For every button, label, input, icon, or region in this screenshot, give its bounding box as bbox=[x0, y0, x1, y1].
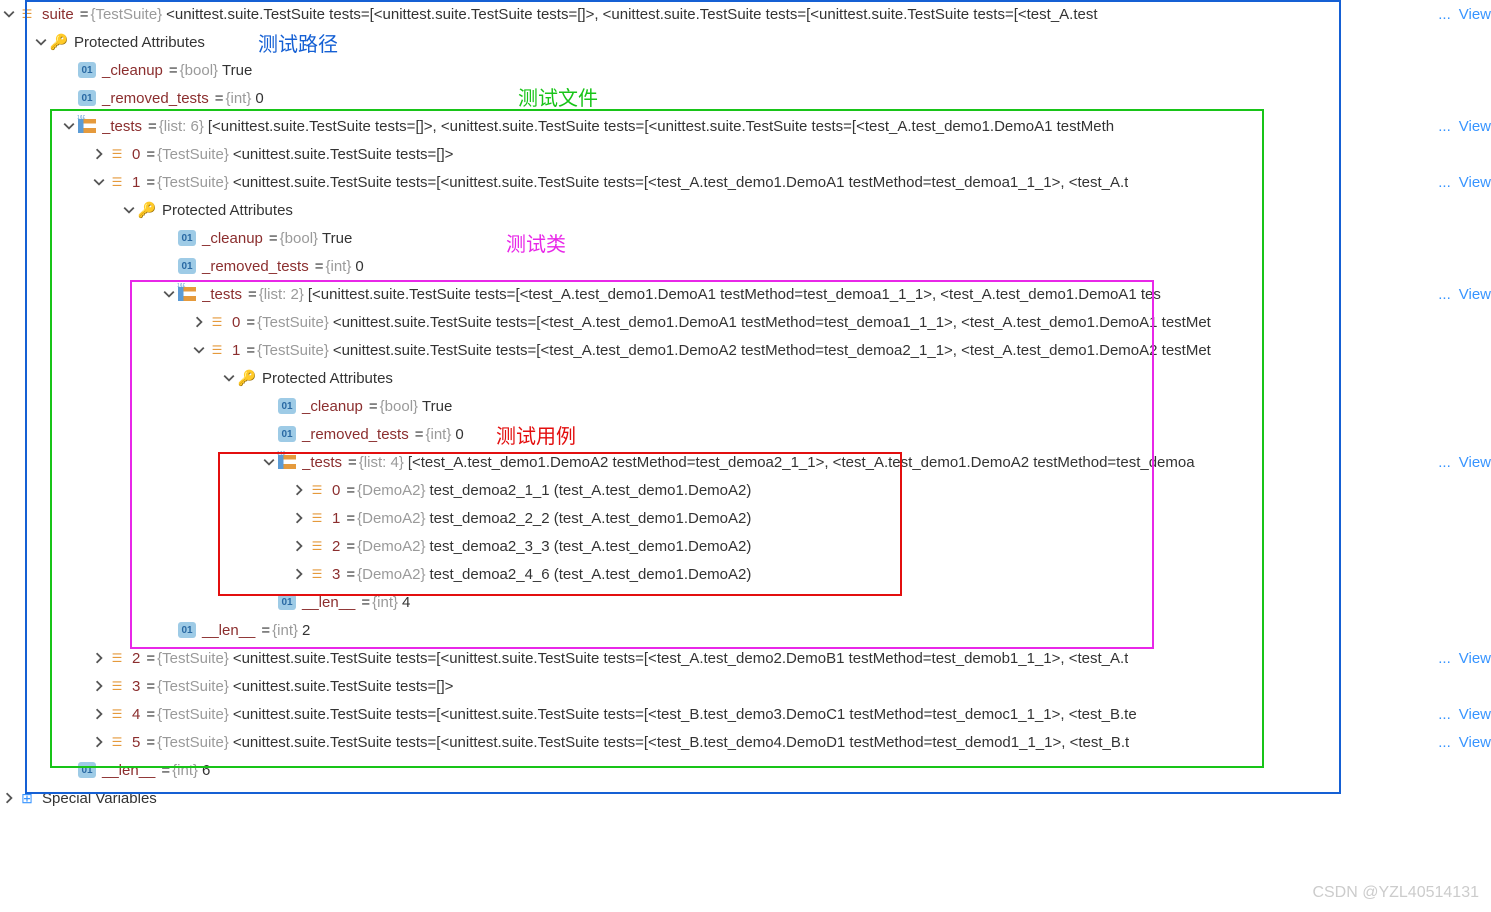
chevron-right-icon[interactable] bbox=[90, 733, 108, 751]
tree-row-suite[interactable]: ☰ suite = {TestSuite} <unittest.suite.Te… bbox=[0, 0, 1491, 28]
tree-row-item[interactable]: ☰ 2 = {TestSuite} <unittest.suite.TestSu… bbox=[0, 644, 1491, 672]
view-link[interactable]: View bbox=[1453, 174, 1491, 191]
tree-row-item[interactable]: ☰ 0 = {DemoA2} test_demoa2_1_1 (test_A.t… bbox=[0, 476, 1491, 504]
tree-row-cleanup[interactable]: 01 _cleanup = {bool} True bbox=[0, 392, 1491, 420]
chevron-right-icon[interactable] bbox=[290, 481, 308, 499]
chevron-right-icon[interactable] bbox=[0, 789, 18, 807]
tree-row-protected[interactable]: 🔑 Protected Attributes bbox=[0, 364, 1491, 392]
tree-row-len[interactable]: 01 __len__ = {int} 2 bbox=[0, 616, 1491, 644]
list-icon bbox=[178, 285, 196, 303]
chevron-down-icon[interactable] bbox=[190, 341, 208, 359]
key-icon: 🔑 bbox=[138, 201, 156, 219]
object-icon: ☰ bbox=[208, 313, 226, 331]
var-type: {TestSuite} bbox=[90, 6, 162, 23]
annotation-label-case: 测试用例 bbox=[496, 420, 576, 449]
key-icon: 🔑 bbox=[238, 369, 256, 387]
tree-row-special-vars[interactable]: ⊞ Special Variables bbox=[0, 784, 1491, 812]
object-icon: ☰ bbox=[18, 5, 36, 23]
chevron-down-icon[interactable] bbox=[32, 33, 50, 51]
annotation-label-file: 测试文件 bbox=[518, 82, 598, 111]
object-icon: ☰ bbox=[108, 677, 126, 695]
var-name: suite bbox=[42, 6, 74, 23]
object-icon: ☰ bbox=[108, 733, 126, 751]
chevron-right-icon[interactable] bbox=[90, 677, 108, 695]
object-icon: ☰ bbox=[308, 537, 326, 555]
object-icon: ☰ bbox=[108, 173, 126, 191]
chevron-right-icon[interactable] bbox=[90, 649, 108, 667]
tree-row-removed[interactable]: 01 _removed_tests = {int} 0 bbox=[0, 252, 1491, 280]
tree-row-item[interactable]: ☰ 1 = {DemoA2} test_demoa2_2_2 (test_A.t… bbox=[0, 504, 1491, 532]
list-icon bbox=[278, 453, 296, 471]
tree-row-item[interactable]: ☰ 3 = {TestSuite} <unittest.suite.TestSu… bbox=[0, 672, 1491, 700]
tree-row-item[interactable]: ☰ 2 = {DemoA2} test_demoa2_3_3 (test_A.t… bbox=[0, 532, 1491, 560]
chevron-right-icon[interactable] bbox=[290, 565, 308, 583]
view-link[interactable]: View bbox=[1453, 6, 1491, 23]
tree-row-item[interactable]: ☰ 4 = {TestSuite} <unittest.suite.TestSu… bbox=[0, 700, 1491, 728]
key-icon: 🔑 bbox=[50, 33, 68, 51]
chevron-down-icon[interactable] bbox=[90, 173, 108, 191]
chevron-right-icon[interactable] bbox=[90, 145, 108, 163]
annotation-label-class: 测试类 bbox=[506, 228, 566, 257]
primitive-icon: 01 bbox=[278, 398, 296, 414]
chevron-down-icon[interactable] bbox=[220, 369, 238, 387]
tree-row-item[interactable]: ☰ 5 = {TestSuite} <unittest.suite.TestSu… bbox=[0, 728, 1491, 756]
primitive-icon: 01 bbox=[78, 90, 96, 106]
tree-row-len[interactable]: 01 __len__ = {int} 6 bbox=[0, 756, 1491, 784]
primitive-icon: 01 bbox=[178, 230, 196, 246]
tree-row-item[interactable]: ☰ 3 = {DemoA2} test_demoa2_4_6 (test_A.t… bbox=[0, 560, 1491, 588]
tree-row-item[interactable]: ☰ 1 = {TestSuite} <unittest.suite.TestSu… bbox=[0, 168, 1491, 196]
view-link[interactable]: View bbox=[1453, 650, 1491, 667]
primitive-icon: 01 bbox=[178, 258, 196, 274]
chevron-down-icon[interactable] bbox=[160, 285, 178, 303]
chevron-right-icon[interactable] bbox=[290, 537, 308, 555]
tree-row-protected[interactable]: 🔑 Protected Attributes bbox=[0, 28, 1491, 56]
var-value: <unittest.suite.TestSuite tests=[<unitte… bbox=[166, 6, 1097, 23]
object-icon: ☰ bbox=[108, 649, 126, 667]
chevron-right-icon[interactable] bbox=[190, 313, 208, 331]
primitive-icon: 01 bbox=[78, 62, 96, 78]
chevron-right-icon[interactable] bbox=[90, 705, 108, 723]
object-icon: ☰ bbox=[108, 705, 126, 723]
chevron-right-icon[interactable] bbox=[290, 509, 308, 527]
list-icon bbox=[78, 117, 96, 135]
view-link[interactable]: View bbox=[1453, 286, 1491, 303]
chevron-down-icon[interactable] bbox=[0, 5, 18, 23]
tree-row-cleanup[interactable]: 01 _cleanup = {bool} True bbox=[0, 56, 1491, 84]
tree-row-tests-6[interactable]: _tests = {list: 6} [<unittest.suite.Test… bbox=[0, 112, 1491, 140]
object-icon: ☰ bbox=[308, 481, 326, 499]
tree-row-tests-4[interactable]: _tests = {list: 4} [<test_A.test_demo1.D… bbox=[0, 448, 1491, 476]
chevron-down-icon[interactable] bbox=[260, 453, 278, 471]
tree-row-cleanup[interactable]: 01 _cleanup = {bool} True bbox=[0, 224, 1491, 252]
chevron-down-icon[interactable] bbox=[60, 117, 78, 135]
watermark: CSDN @YZL40514131 bbox=[1312, 884, 1479, 902]
primitive-icon: 01 bbox=[78, 762, 96, 778]
tree-row-removed[interactable]: 01 _removed_tests = {int} 0 bbox=[0, 420, 1491, 448]
view-link[interactable]: View bbox=[1453, 734, 1491, 751]
tree-row-item[interactable]: ☰ 1 = {TestSuite} <unittest.suite.TestSu… bbox=[0, 336, 1491, 364]
tree-row-len[interactable]: 01 __len__ = {int} 4 bbox=[0, 588, 1491, 616]
tree-row-item[interactable]: ☰ 0 = {TestSuite} <unittest.suite.TestSu… bbox=[0, 140, 1491, 168]
tree-row-protected[interactable]: 🔑 Protected Attributes bbox=[0, 196, 1491, 224]
annotation-label-path: 测试路径 bbox=[258, 28, 338, 57]
object-icon: ☰ bbox=[308, 509, 326, 527]
object-icon: ☰ bbox=[208, 341, 226, 359]
primitive-icon: 01 bbox=[178, 622, 196, 638]
object-icon: ☰ bbox=[108, 145, 126, 163]
primitive-icon: 01 bbox=[278, 426, 296, 442]
tree-row-tests-2[interactable]: _tests = {list: 2} [<unittest.suite.Test… bbox=[0, 280, 1491, 308]
view-link[interactable]: View bbox=[1453, 118, 1491, 135]
chevron-down-icon[interactable] bbox=[120, 201, 138, 219]
tree-row-removed[interactable]: 01 _removed_tests = {int} 0 bbox=[0, 84, 1491, 112]
tree-row-item[interactable]: ☰ 0 = {TestSuite} <unittest.suite.TestSu… bbox=[0, 308, 1491, 336]
object-icon: ☰ bbox=[308, 565, 326, 583]
primitive-icon: 01 bbox=[278, 594, 296, 610]
view-link[interactable]: View bbox=[1453, 706, 1491, 723]
special-icon: ⊞ bbox=[18, 789, 36, 807]
view-link[interactable]: View bbox=[1453, 454, 1491, 471]
